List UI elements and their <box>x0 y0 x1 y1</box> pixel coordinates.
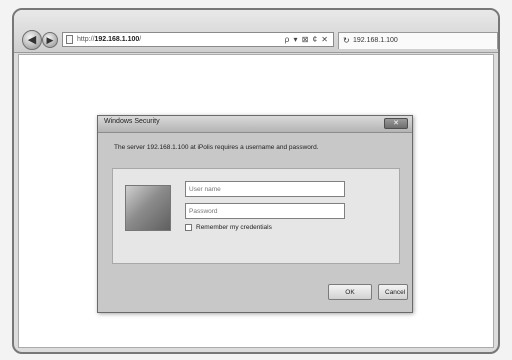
url-prefix: http:// <box>77 36 95 43</box>
browser-toolbar: ◀ ▶ http://192.168.1.100/ ρ ▾ ⊠ ¢ ✕ ↻ 19… <box>14 10 498 53</box>
close-button[interactable]: ✕ <box>384 118 408 129</box>
password-field[interactable] <box>185 203 345 219</box>
loading-icon: ↻ <box>343 36 350 45</box>
auth-message: The server 192.168.1.100 at iPolis requi… <box>114 144 319 151</box>
forward-arrow-icon: ▶ <box>46 35 54 45</box>
credentials-panel: Remember my credentials <box>112 168 400 264</box>
page-icon <box>66 35 73 44</box>
remember-credentials[interactable]: Remember my credentials <box>185 224 272 231</box>
address-url: http://192.168.1.100/ <box>77 33 141 46</box>
dialog-titlebar: Windows Security ✕ <box>98 116 412 133</box>
browser-window: ◀ ▶ http://192.168.1.100/ ρ ▾ ⊠ ¢ ✕ ↻ 19… <box>12 8 500 354</box>
ok-button[interactable]: OK <box>328 284 372 300</box>
dialog-title: Windows Security <box>104 118 160 125</box>
back-arrow-icon: ◀ <box>27 34 37 46</box>
user-avatar-icon <box>125 185 171 231</box>
tab-label: 192.168.1.100 <box>353 37 398 44</box>
close-icon: ✕ <box>393 120 399 127</box>
back-button[interactable]: ◀ <box>22 30 42 50</box>
remember-checkbox[interactable] <box>185 224 192 231</box>
url-host: 192.168.1.100 <box>94 36 140 43</box>
forward-button[interactable]: ▶ <box>42 32 58 48</box>
tab-active[interactable]: ↻ 192.168.1.100 <box>338 32 498 49</box>
url-suffix: / <box>139 36 142 43</box>
page-content: Windows Security ✕ The server 192.168.1.… <box>18 54 494 348</box>
cancel-button[interactable]: Cancel <box>378 284 408 300</box>
security-dialog: Windows Security ✕ The server 192.168.1.… <box>97 115 413 313</box>
address-actions-icons[interactable]: ρ ▾ ⊠ ¢ ✕ <box>285 33 329 46</box>
username-field[interactable] <box>185 181 345 197</box>
address-bar[interactable]: http://192.168.1.100/ ρ ▾ ⊠ ¢ ✕ <box>62 32 334 47</box>
remember-label: Remember my credentials <box>196 224 272 231</box>
